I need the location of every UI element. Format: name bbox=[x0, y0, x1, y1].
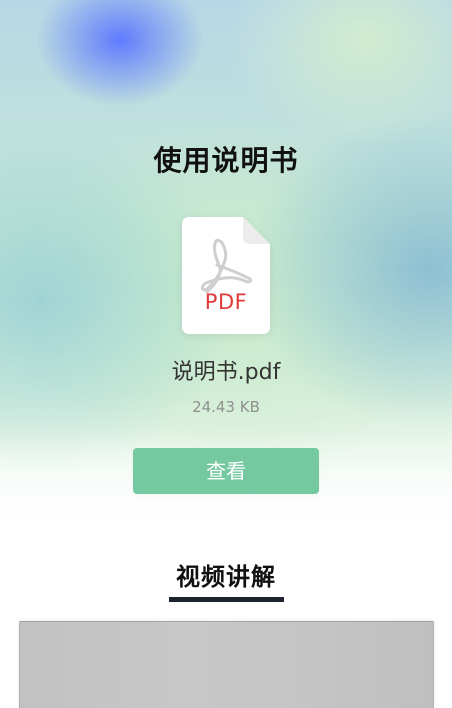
video-player-placeholder[interactable] bbox=[19, 621, 434, 708]
video-section-underline bbox=[169, 597, 284, 602]
page: 使用说明书 PDF 说明书.pdf 24.43 KB 查看 视频讲解 bbox=[0, 0, 452, 708]
file-name: 说明书.pdf bbox=[171, 360, 281, 385]
view-button[interactable]: 查看 bbox=[133, 448, 319, 494]
pdf-icon-label: PDF bbox=[204, 290, 248, 314]
file-size: 24.43 KB bbox=[192, 398, 260, 416]
page-title: 使用说明书 bbox=[153, 144, 299, 177]
pdf-file-icon bbox=[182, 217, 270, 334]
pdf-file-card[interactable]: PDF bbox=[182, 217, 270, 334]
video-section-title: 视频讲解 bbox=[176, 563, 276, 591]
